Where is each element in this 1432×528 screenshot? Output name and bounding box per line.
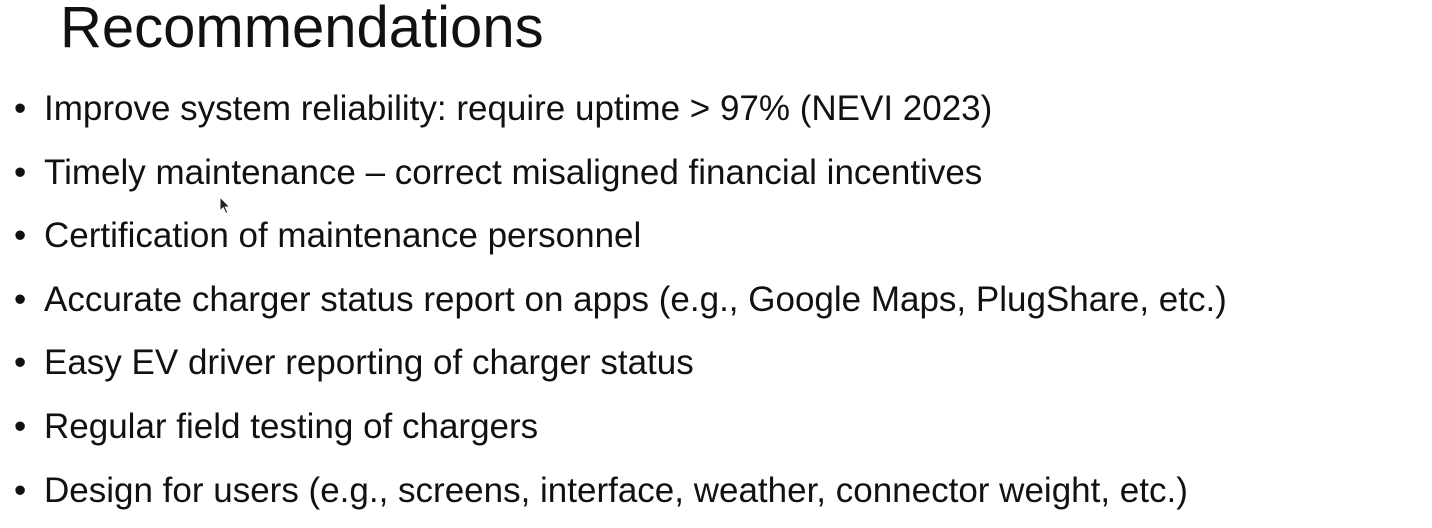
bullet-dot: • (14, 279, 27, 319)
bullet-dot: • (14, 470, 27, 510)
bullet-text: Accurate charger status report on apps (… (44, 279, 1227, 319)
slide: Recommendations • Improve system reliabi… (0, 0, 1432, 528)
bullet-dot: • (14, 406, 27, 446)
bullet-dot: • (14, 216, 27, 256)
bullet-text: Design for users (e.g., screens, interfa… (44, 470, 1188, 510)
bullet-dot: • (14, 89, 27, 128)
bullet-text: Certification of maintenance personnel (44, 216, 642, 256)
slide-title: Recommendations (60, 0, 544, 60)
bullet-text: Regular field testing of chargers (44, 406, 539, 446)
mouse-pointer-icon (219, 196, 231, 215)
bullet-text: Improve system reliability: require upti… (44, 89, 993, 128)
bullet-text: Timely maintenance – correct misaligned … (44, 152, 983, 192)
bullet-text: Easy EV driver reporting of charger stat… (44, 343, 694, 383)
bullet-dot: • (14, 152, 27, 192)
bullet-dot: • (14, 343, 27, 383)
